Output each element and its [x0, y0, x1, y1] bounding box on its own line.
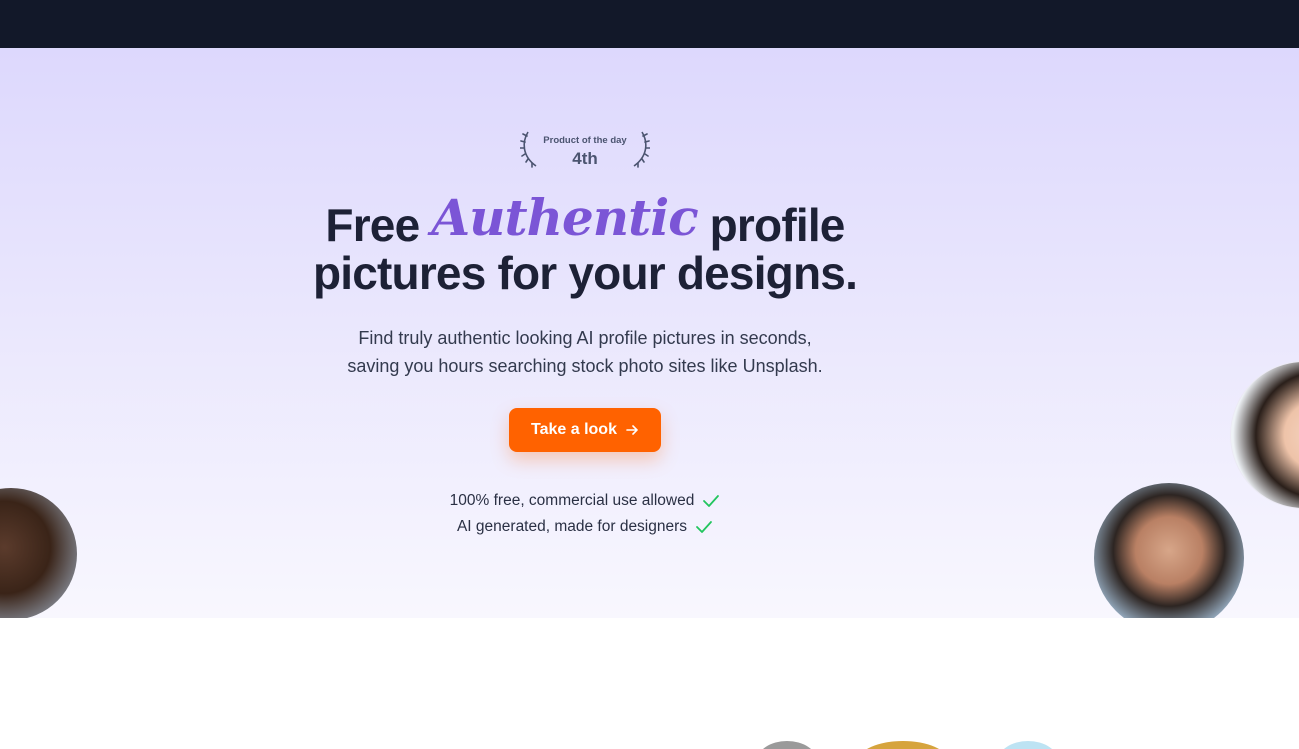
gallery-avatar-peek: [757, 741, 817, 749]
headline-word-profile: profile: [709, 199, 846, 251]
headline-script-word: Authentic: [431, 188, 698, 247]
feature-item: 100% free, commercial use allowed: [400, 488, 770, 514]
subtitle-line-1: Find truly authentic looking AI profile …: [358, 328, 812, 348]
feature-text: 100% free, commercial use allowed: [449, 492, 695, 509]
profile-picture-avatar: [0, 488, 77, 618]
check-icon: [703, 495, 720, 507]
subtitle-line-2: saving you hours searching stock photo s…: [347, 356, 823, 376]
feature-text: AI generated, made for designers: [456, 518, 688, 535]
take-a-look-button[interactable]: Take a look: [509, 408, 661, 452]
check-icon: [696, 521, 712, 533]
badge-rank: 4th: [572, 149, 598, 168]
gallery-avatar-peek: [998, 741, 1058, 749]
top-nav-bar: [0, 0, 1299, 48]
headline-word-free: Free: [325, 199, 420, 251]
arrow-right-icon: [626, 425, 638, 435]
product-of-the-day-badge[interactable]: Product of the day 4th: [520, 128, 650, 170]
feature-list: 100% free, commercial use allowed AI gen…: [400, 488, 770, 540]
profile-picture-avatar: [1094, 483, 1244, 618]
feature-item: AI generated, made for designers: [400, 514, 770, 540]
cta-label: Take a look: [531, 421, 617, 438]
badge-label: Product of the day: [543, 135, 627, 146]
page-title: Free Authentic profile pictures for your…: [250, 193, 920, 299]
hero-subtitle: Find truly authentic looking AI profile …: [300, 324, 870, 380]
profile-picture-avatar: [1230, 361, 1299, 509]
headline-line-2: pictures for your designs.: [312, 247, 858, 299]
gallery-avatar-peek: [858, 741, 948, 749]
hero-section: Product of the day 4th Free Authentic pr…: [0, 48, 1299, 618]
